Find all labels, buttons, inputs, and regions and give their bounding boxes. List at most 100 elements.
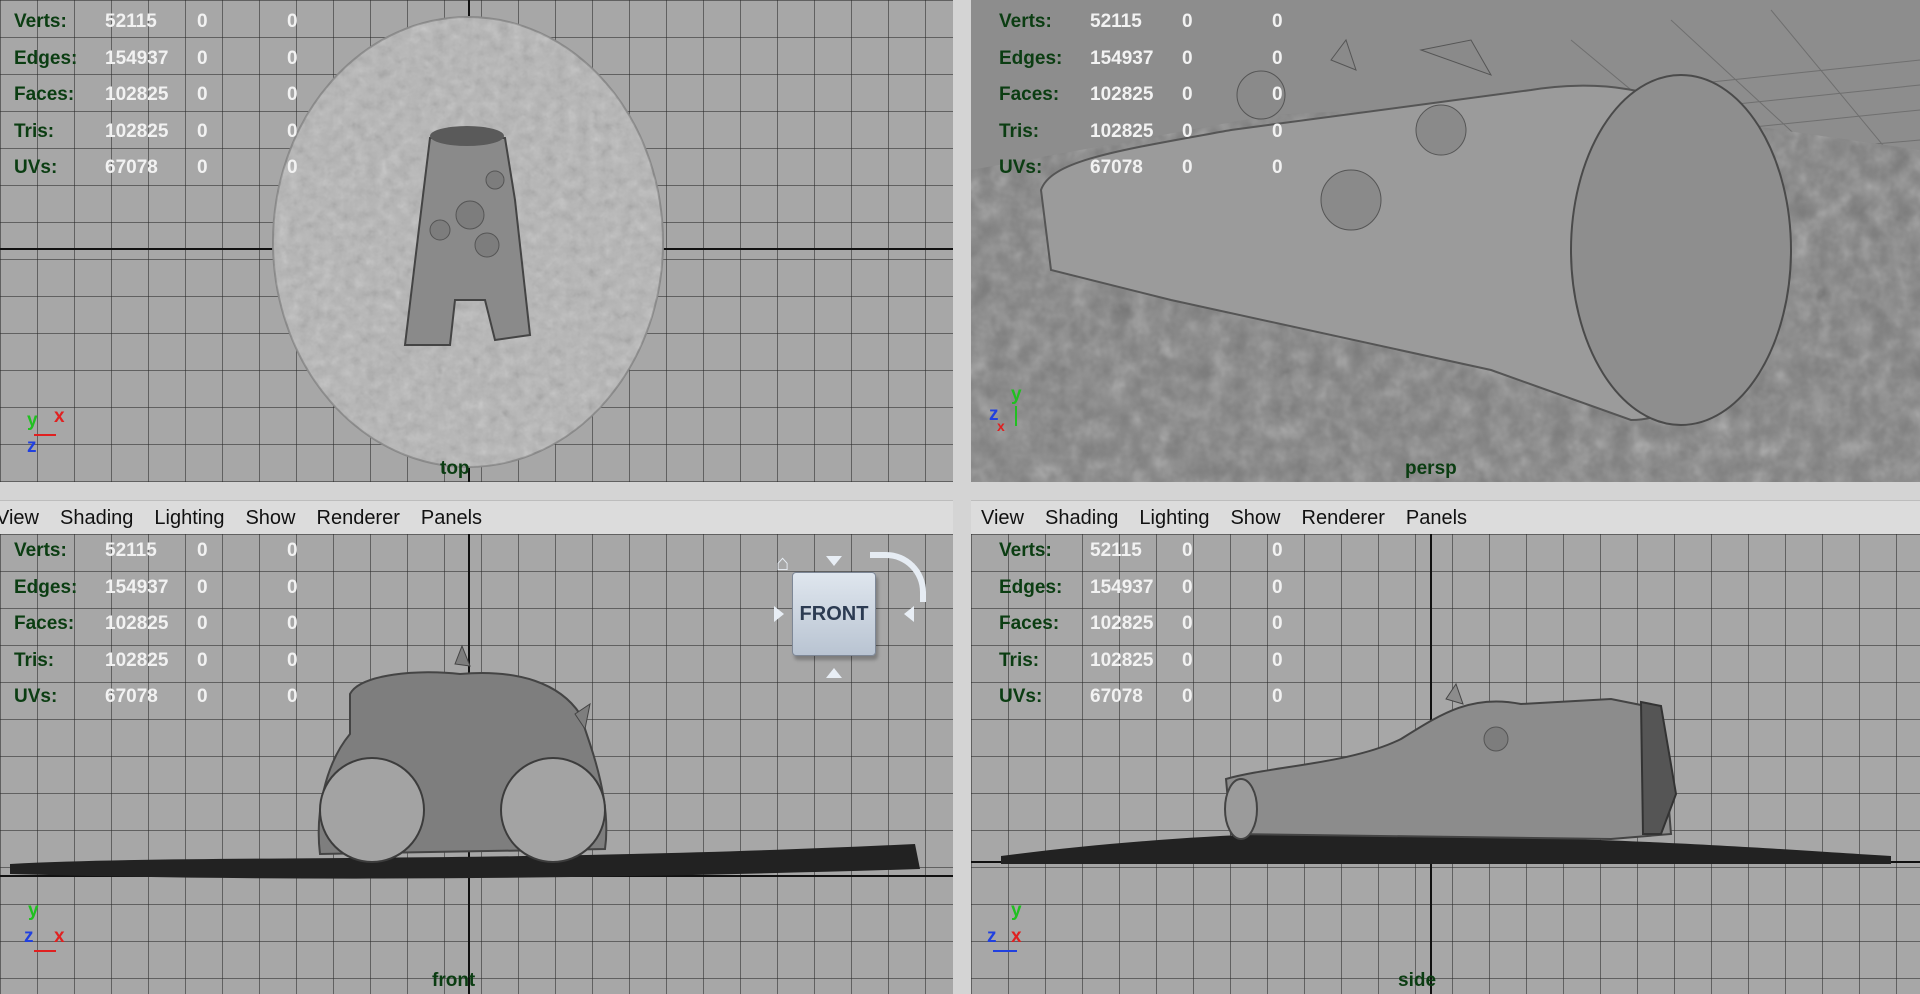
menu-lighting[interactable]: Lighting: [154, 507, 224, 530]
hud-label: Edges:: [14, 576, 78, 598]
hud-value: 67078: [1090, 157, 1143, 178]
axis-y-label: y: [1011, 900, 1022, 921]
menu-renderer[interactable]: Renderer: [1302, 507, 1385, 530]
hud-value: 0: [1182, 576, 1193, 598]
hud-row: Verts: 52115 0 0: [14, 4, 327, 41]
hud-value: 0: [1182, 84, 1193, 105]
home-icon[interactable]: ⌂: [776, 552, 798, 574]
hud-value: 67078: [105, 157, 158, 178]
hud-value: 102825: [105, 84, 169, 105]
view-cube[interactable]: ⌂ FRONT: [774, 550, 946, 680]
hud-value: 0: [1182, 686, 1193, 707]
hud-label: Faces:: [999, 84, 1060, 105]
hud-label: Edges:: [14, 47, 78, 69]
hud-value: 154937: [105, 47, 169, 69]
hud-value: 0: [1182, 120, 1193, 142]
axis-x-label: x: [54, 926, 65, 947]
axis-y-label: y: [1011, 384, 1022, 405]
viewport-top[interactable]: Verts: 52115 0 0 Edges: 154937 0 0 Faces: 102825 0…: [0, 0, 953, 482]
hud-value: 0: [287, 576, 298, 598]
menu-shading[interactable]: Shading: [60, 507, 133, 530]
hud-row: Tris: 102825 0 0: [999, 643, 1312, 680]
hud-value: 102825: [105, 120, 169, 142]
view-cube-arrow-right[interactable]: [904, 606, 914, 622]
view-cube-arrow-up[interactable]: [826, 556, 842, 566]
hud-row: UVs: 67078 0 0: [999, 150, 1312, 187]
axis-z-label: z: [24, 926, 34, 947]
hud-label: UVs:: [14, 157, 58, 178]
hud-value: 0: [1272, 576, 1283, 598]
hud-value: 0: [287, 120, 298, 142]
viewport-persp[interactable]: Verts: 52115 0 0 Edges: 154937 0 0 Faces: 102825 0…: [971, 0, 1920, 482]
hud-row: Verts: 52115 0 0: [14, 534, 327, 570]
axis-z-line: [993, 950, 1017, 952]
camera-name: persp: [1405, 458, 1457, 479]
axis-z-label: z: [987, 926, 997, 947]
axis-x-line: [34, 950, 56, 952]
viewport-side[interactable]: Verts: 52115 0 0 Edges: 154937 0 0 Faces: 102825 0…: [971, 534, 1920, 994]
hud-value: 0: [287, 686, 298, 707]
panel-menu-bar-side: View Shading Lighting Show Renderer Pane…: [971, 500, 1920, 535]
view-cube-arrow-left[interactable]: [774, 606, 784, 622]
hud-value: 0: [197, 686, 208, 707]
hud-label: Verts:: [999, 11, 1052, 32]
hud-value: 154937: [1090, 576, 1154, 598]
hud-label: Edges:: [999, 576, 1063, 598]
menu-show[interactable]: Show: [245, 507, 295, 530]
hud-value: 0: [1272, 11, 1283, 32]
axis-z-label: z: [27, 436, 37, 457]
viewport-front[interactable]: Verts: 52115 0 0 Edges: 154937 0 0 Faces: 102825 0…: [0, 534, 953, 994]
hud-value: 0: [197, 11, 208, 32]
camera-name: front: [432, 970, 476, 991]
menu-view[interactable]: View: [0, 507, 39, 530]
hud-value: 0: [1272, 686, 1283, 707]
hud-value: 0: [1182, 540, 1193, 561]
hud-value: 0: [1182, 613, 1193, 634]
hud-row: Faces: 102825 0 0: [14, 606, 327, 643]
hud-row: Edges: 154937 0 0: [14, 41, 327, 78]
menu-panels[interactable]: Panels: [421, 507, 482, 530]
hud-row: Tris: 102825 0 0: [14, 643, 327, 680]
menu-show[interactable]: Show: [1230, 507, 1280, 530]
hud-value: 0: [287, 649, 298, 671]
hud-value: 0: [197, 157, 208, 178]
camera-name: top: [440, 458, 470, 479]
axis-y-label: y: [28, 900, 39, 921]
hud-label: Faces:: [999, 613, 1060, 634]
view-cube-arrow-down[interactable]: [826, 668, 842, 678]
hud-value: 0: [1182, 47, 1193, 69]
axis-x-label: x: [1011, 926, 1022, 947]
axis-x-line: [34, 434, 56, 436]
hud-value: 0: [197, 540, 208, 561]
camera-name: side: [1398, 970, 1437, 991]
hud-value: 102825: [1090, 649, 1154, 671]
hud-row: UVs: 67078 0 0: [14, 150, 327, 187]
hud-value: 0: [287, 613, 298, 634]
hud-value: 0: [1182, 649, 1193, 671]
axis-y-line: [1015, 406, 1017, 426]
hud-label: Edges:: [999, 47, 1063, 69]
menu-shading[interactable]: Shading: [1045, 507, 1118, 530]
hud-value: 52115: [1090, 540, 1142, 561]
view-cube-face-front[interactable]: FRONT: [792, 572, 876, 656]
menu-panels[interactable]: Panels: [1406, 507, 1467, 530]
viewport-separator-horizontal[interactable]: [0, 482, 1920, 500]
hud-value: 0: [287, 47, 298, 69]
menu-renderer[interactable]: Renderer: [317, 507, 400, 530]
hud-poly-count: Verts: 52115 0 0 Edges: 154937 0 0 Faces: 102825 0…: [999, 4, 1312, 187]
hud-value: 0: [1272, 540, 1283, 561]
hud-value: 0: [1272, 157, 1283, 178]
menu-lighting[interactable]: Lighting: [1139, 507, 1209, 530]
hud-value: 0: [197, 120, 208, 142]
hud-label: UVs:: [999, 157, 1043, 178]
hud-row: Faces: 102825 0 0: [999, 606, 1312, 643]
hud-label: Tris:: [14, 649, 55, 671]
hud-value: 52115: [105, 540, 157, 561]
hud-value: 102825: [1090, 84, 1154, 105]
hud-row: Edges: 154937 0 0: [14, 570, 327, 607]
hud-label: UVs:: [14, 686, 58, 707]
menu-view[interactable]: View: [981, 507, 1024, 530]
rotate-arrow-icon[interactable]: [870, 552, 926, 602]
hud-value: 0: [287, 540, 298, 561]
hud-value: 154937: [1090, 47, 1154, 69]
